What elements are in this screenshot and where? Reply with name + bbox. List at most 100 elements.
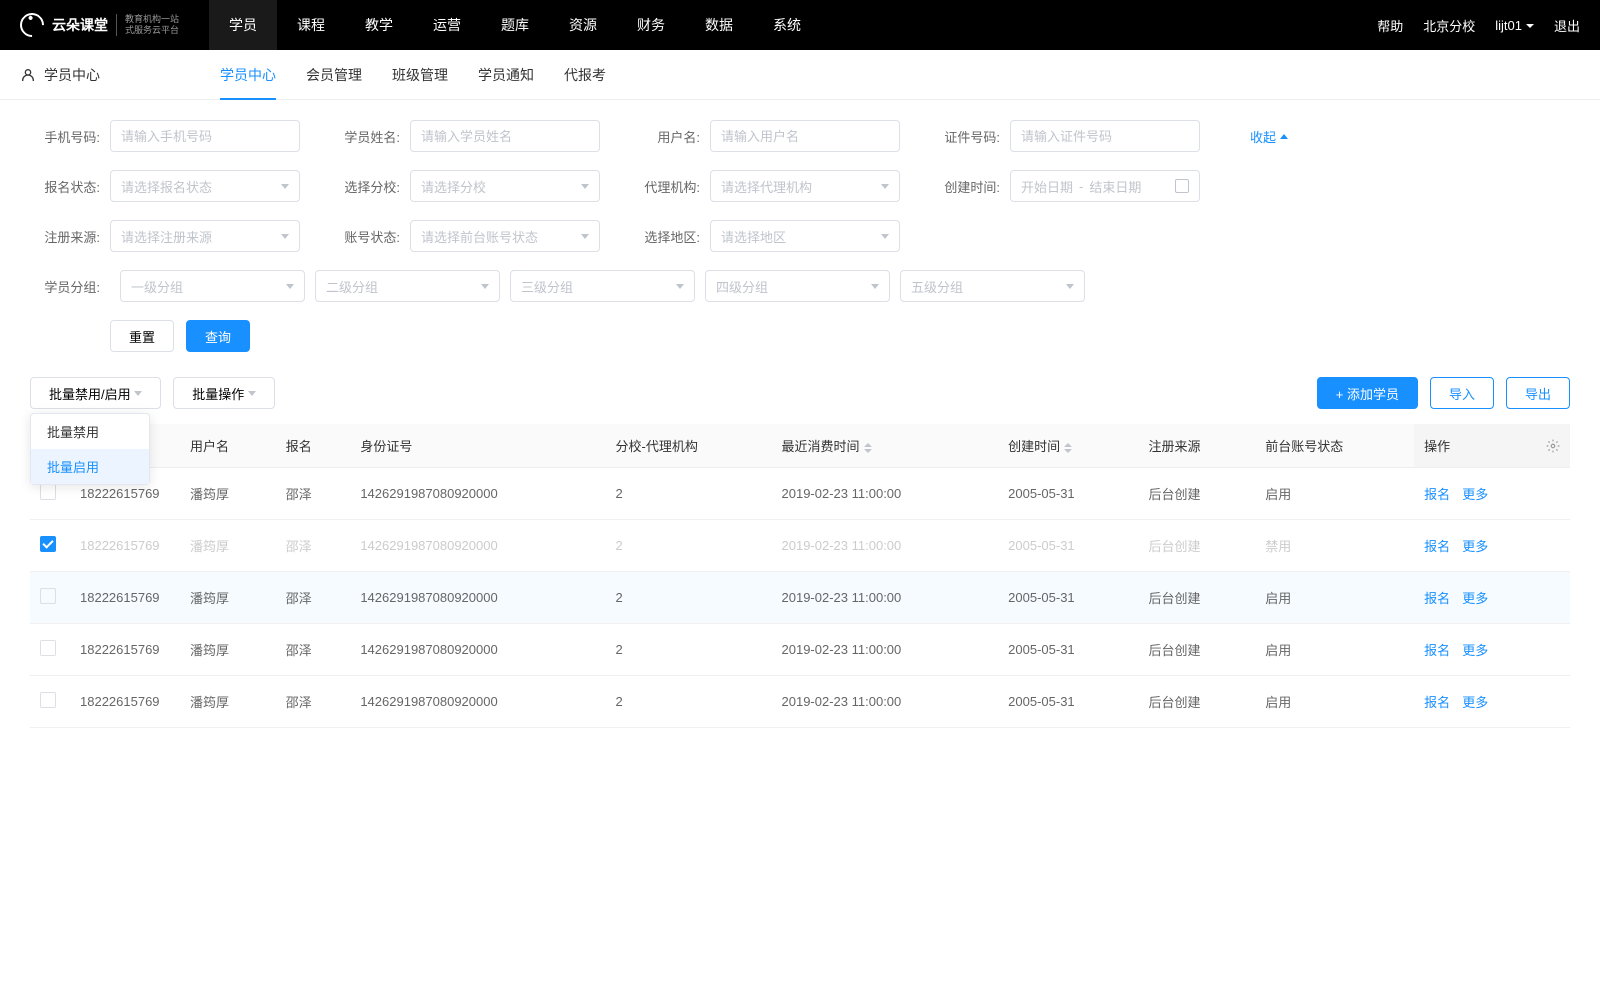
topnav-item[interactable]: 教学 bbox=[345, 0, 413, 50]
col-created[interactable]: 创建时间 bbox=[998, 424, 1138, 468]
cell-branch: 2 bbox=[606, 572, 772, 624]
group-select[interactable]: 一级分组 bbox=[120, 270, 305, 302]
dropdown-item-enable[interactable]: 批量启用 bbox=[31, 449, 149, 484]
table-row: 18222615769 潘筠厚 邵泽 1426291987080920000 2… bbox=[30, 676, 1570, 728]
cell-created: 2005-05-31 bbox=[998, 676, 1138, 728]
dropdown-item-disable[interactable]: 批量禁用 bbox=[31, 414, 149, 449]
filter-input[interactable] bbox=[410, 120, 600, 152]
groups-label: 学员分组 bbox=[30, 277, 100, 296]
cell-enroll: 邵泽 bbox=[276, 572, 351, 624]
topnav-item[interactable]: 题库 bbox=[481, 0, 549, 50]
cell-enroll: 邵泽 bbox=[276, 520, 351, 572]
filter-input[interactable] bbox=[1010, 120, 1200, 152]
chevron-down-icon bbox=[581, 184, 589, 189]
cell-username: 潘筠厚 bbox=[180, 468, 276, 520]
cell-created: 2005-05-31 bbox=[998, 520, 1138, 572]
filter-input[interactable] bbox=[110, 120, 300, 152]
group-select[interactable]: 三级分组 bbox=[510, 270, 695, 302]
query-button[interactable]: 查询 bbox=[186, 320, 250, 352]
chevron-down-icon bbox=[881, 234, 889, 239]
action-enroll[interactable]: 报名 bbox=[1424, 695, 1450, 710]
user-menu[interactable]: lijt01 bbox=[1495, 18, 1534, 33]
collapse-link[interactable]: 收起 bbox=[1250, 127, 1288, 146]
cell-created: 2005-05-31 bbox=[998, 572, 1138, 624]
row-checkbox[interactable] bbox=[40, 536, 56, 552]
help-link[interactable]: 帮助 bbox=[1377, 16, 1403, 35]
students-table: 用户名 报名 身份证号 分校-代理机构 最近消费时间 创建时间 注册来源 前台账… bbox=[30, 424, 1570, 728]
cell-source: 后台创建 bbox=[1138, 676, 1255, 728]
filter-actions: 重置 查询 bbox=[110, 320, 1570, 352]
chevron-down-icon bbox=[676, 284, 684, 289]
topnav-item[interactable]: 课程 bbox=[277, 0, 345, 50]
chevron-down-icon bbox=[481, 284, 489, 289]
action-more[interactable]: 更多 bbox=[1462, 591, 1488, 606]
chevron-down-icon bbox=[871, 284, 879, 289]
filter-select[interactable]: 请选择前台账号状态 bbox=[410, 220, 600, 252]
col-username: 用户名 bbox=[180, 424, 276, 468]
filter-label: 创建时间 bbox=[930, 177, 1000, 196]
batch-ops-button[interactable]: 批量操作 bbox=[173, 377, 275, 409]
cell-status: 启用 bbox=[1255, 624, 1414, 676]
col-actions: 操作 bbox=[1414, 424, 1570, 468]
subnav-item[interactable]: 学员中心 bbox=[220, 50, 276, 100]
action-enroll[interactable]: 报名 bbox=[1424, 643, 1450, 658]
group-select[interactable]: 四级分组 bbox=[705, 270, 890, 302]
export-button[interactable]: 导出 bbox=[1506, 377, 1570, 409]
filter-select[interactable]: 请选择分校 bbox=[410, 170, 600, 202]
topnav-item[interactable]: 系统 bbox=[753, 0, 821, 50]
filter-select[interactable]: 请选择地区 bbox=[710, 220, 900, 252]
logo-text: 云朵课堂 bbox=[52, 15, 108, 35]
filter-select[interactable]: 请选择代理机构 bbox=[710, 170, 900, 202]
action-more[interactable]: 更多 bbox=[1462, 643, 1488, 658]
cell-source: 后台创建 bbox=[1138, 572, 1255, 624]
date-range-picker[interactable]: 开始日期-结束日期 bbox=[1010, 170, 1200, 202]
sort-icon bbox=[1064, 443, 1072, 453]
topnav-item[interactable]: 运营 bbox=[413, 0, 481, 50]
col-last-consume[interactable]: 最近消费时间 bbox=[772, 424, 999, 468]
import-button[interactable]: 导入 bbox=[1430, 377, 1494, 409]
action-enroll[interactable]: 报名 bbox=[1424, 539, 1450, 554]
topnav-item[interactable]: 财务 bbox=[617, 0, 685, 50]
group-select[interactable]: 二级分组 bbox=[315, 270, 500, 302]
cell-idno: 1426291987080920000 bbox=[350, 468, 605, 520]
filter-select[interactable]: 请选择注册来源 bbox=[110, 220, 300, 252]
cell-last-consume: 2019-02-23 11:00:00 bbox=[772, 468, 999, 520]
action-more[interactable]: 更多 bbox=[1462, 695, 1488, 710]
row-checkbox[interactable] bbox=[40, 692, 56, 708]
filter-label: 注册来源 bbox=[30, 227, 100, 246]
subnav-item[interactable]: 班级管理 bbox=[392, 50, 448, 100]
subnav-items: 学员中心会员管理班级管理学员通知代报考 bbox=[220, 50, 606, 100]
group-select[interactable]: 五级分组 bbox=[900, 270, 1085, 302]
action-enroll[interactable]: 报名 bbox=[1424, 591, 1450, 606]
cell-enroll: 邵泽 bbox=[276, 468, 351, 520]
topnav-item[interactable]: 数据 bbox=[685, 0, 753, 50]
filter-label: 选择地区 bbox=[630, 227, 700, 246]
caret-down-icon bbox=[1526, 24, 1534, 28]
branch-link[interactable]: 北京分校 bbox=[1423, 16, 1475, 35]
filter-group: 选择分校请选择分校 bbox=[330, 170, 600, 202]
topnav-item[interactable]: 学员 bbox=[209, 0, 277, 50]
cell-status: 启用 bbox=[1255, 572, 1414, 624]
add-student-button[interactable]: + 添加学员 bbox=[1317, 377, 1418, 409]
logout-link[interactable]: 退出 bbox=[1554, 16, 1580, 35]
topnav-item[interactable]: 资源 bbox=[549, 0, 617, 50]
action-enroll[interactable]: 报名 bbox=[1424, 487, 1450, 502]
row-checkbox[interactable] bbox=[40, 484, 56, 500]
reset-button[interactable]: 重置 bbox=[110, 320, 174, 352]
subnav-item[interactable]: 代报考 bbox=[564, 50, 606, 100]
filter-select[interactable]: 请选择报名状态 bbox=[110, 170, 300, 202]
batch-toggle-button[interactable]: 批量禁用/启用 bbox=[30, 377, 161, 409]
subnav-item[interactable]: 学员通知 bbox=[478, 50, 534, 100]
action-more[interactable]: 更多 bbox=[1462, 539, 1488, 554]
subnav-item[interactable]: 会员管理 bbox=[306, 50, 362, 100]
row-checkbox[interactable] bbox=[40, 640, 56, 656]
cell-enroll: 邵泽 bbox=[276, 676, 351, 728]
cell-source: 后台创建 bbox=[1138, 520, 1255, 572]
cell-actions: 报名更多 bbox=[1414, 624, 1570, 676]
cell-branch: 2 bbox=[606, 676, 772, 728]
row-checkbox[interactable] bbox=[40, 588, 56, 604]
filter-input[interactable] bbox=[710, 120, 900, 152]
cell-idno: 1426291987080920000 bbox=[350, 520, 605, 572]
action-more[interactable]: 更多 bbox=[1462, 487, 1488, 502]
gear-icon[interactable] bbox=[1546, 439, 1560, 453]
